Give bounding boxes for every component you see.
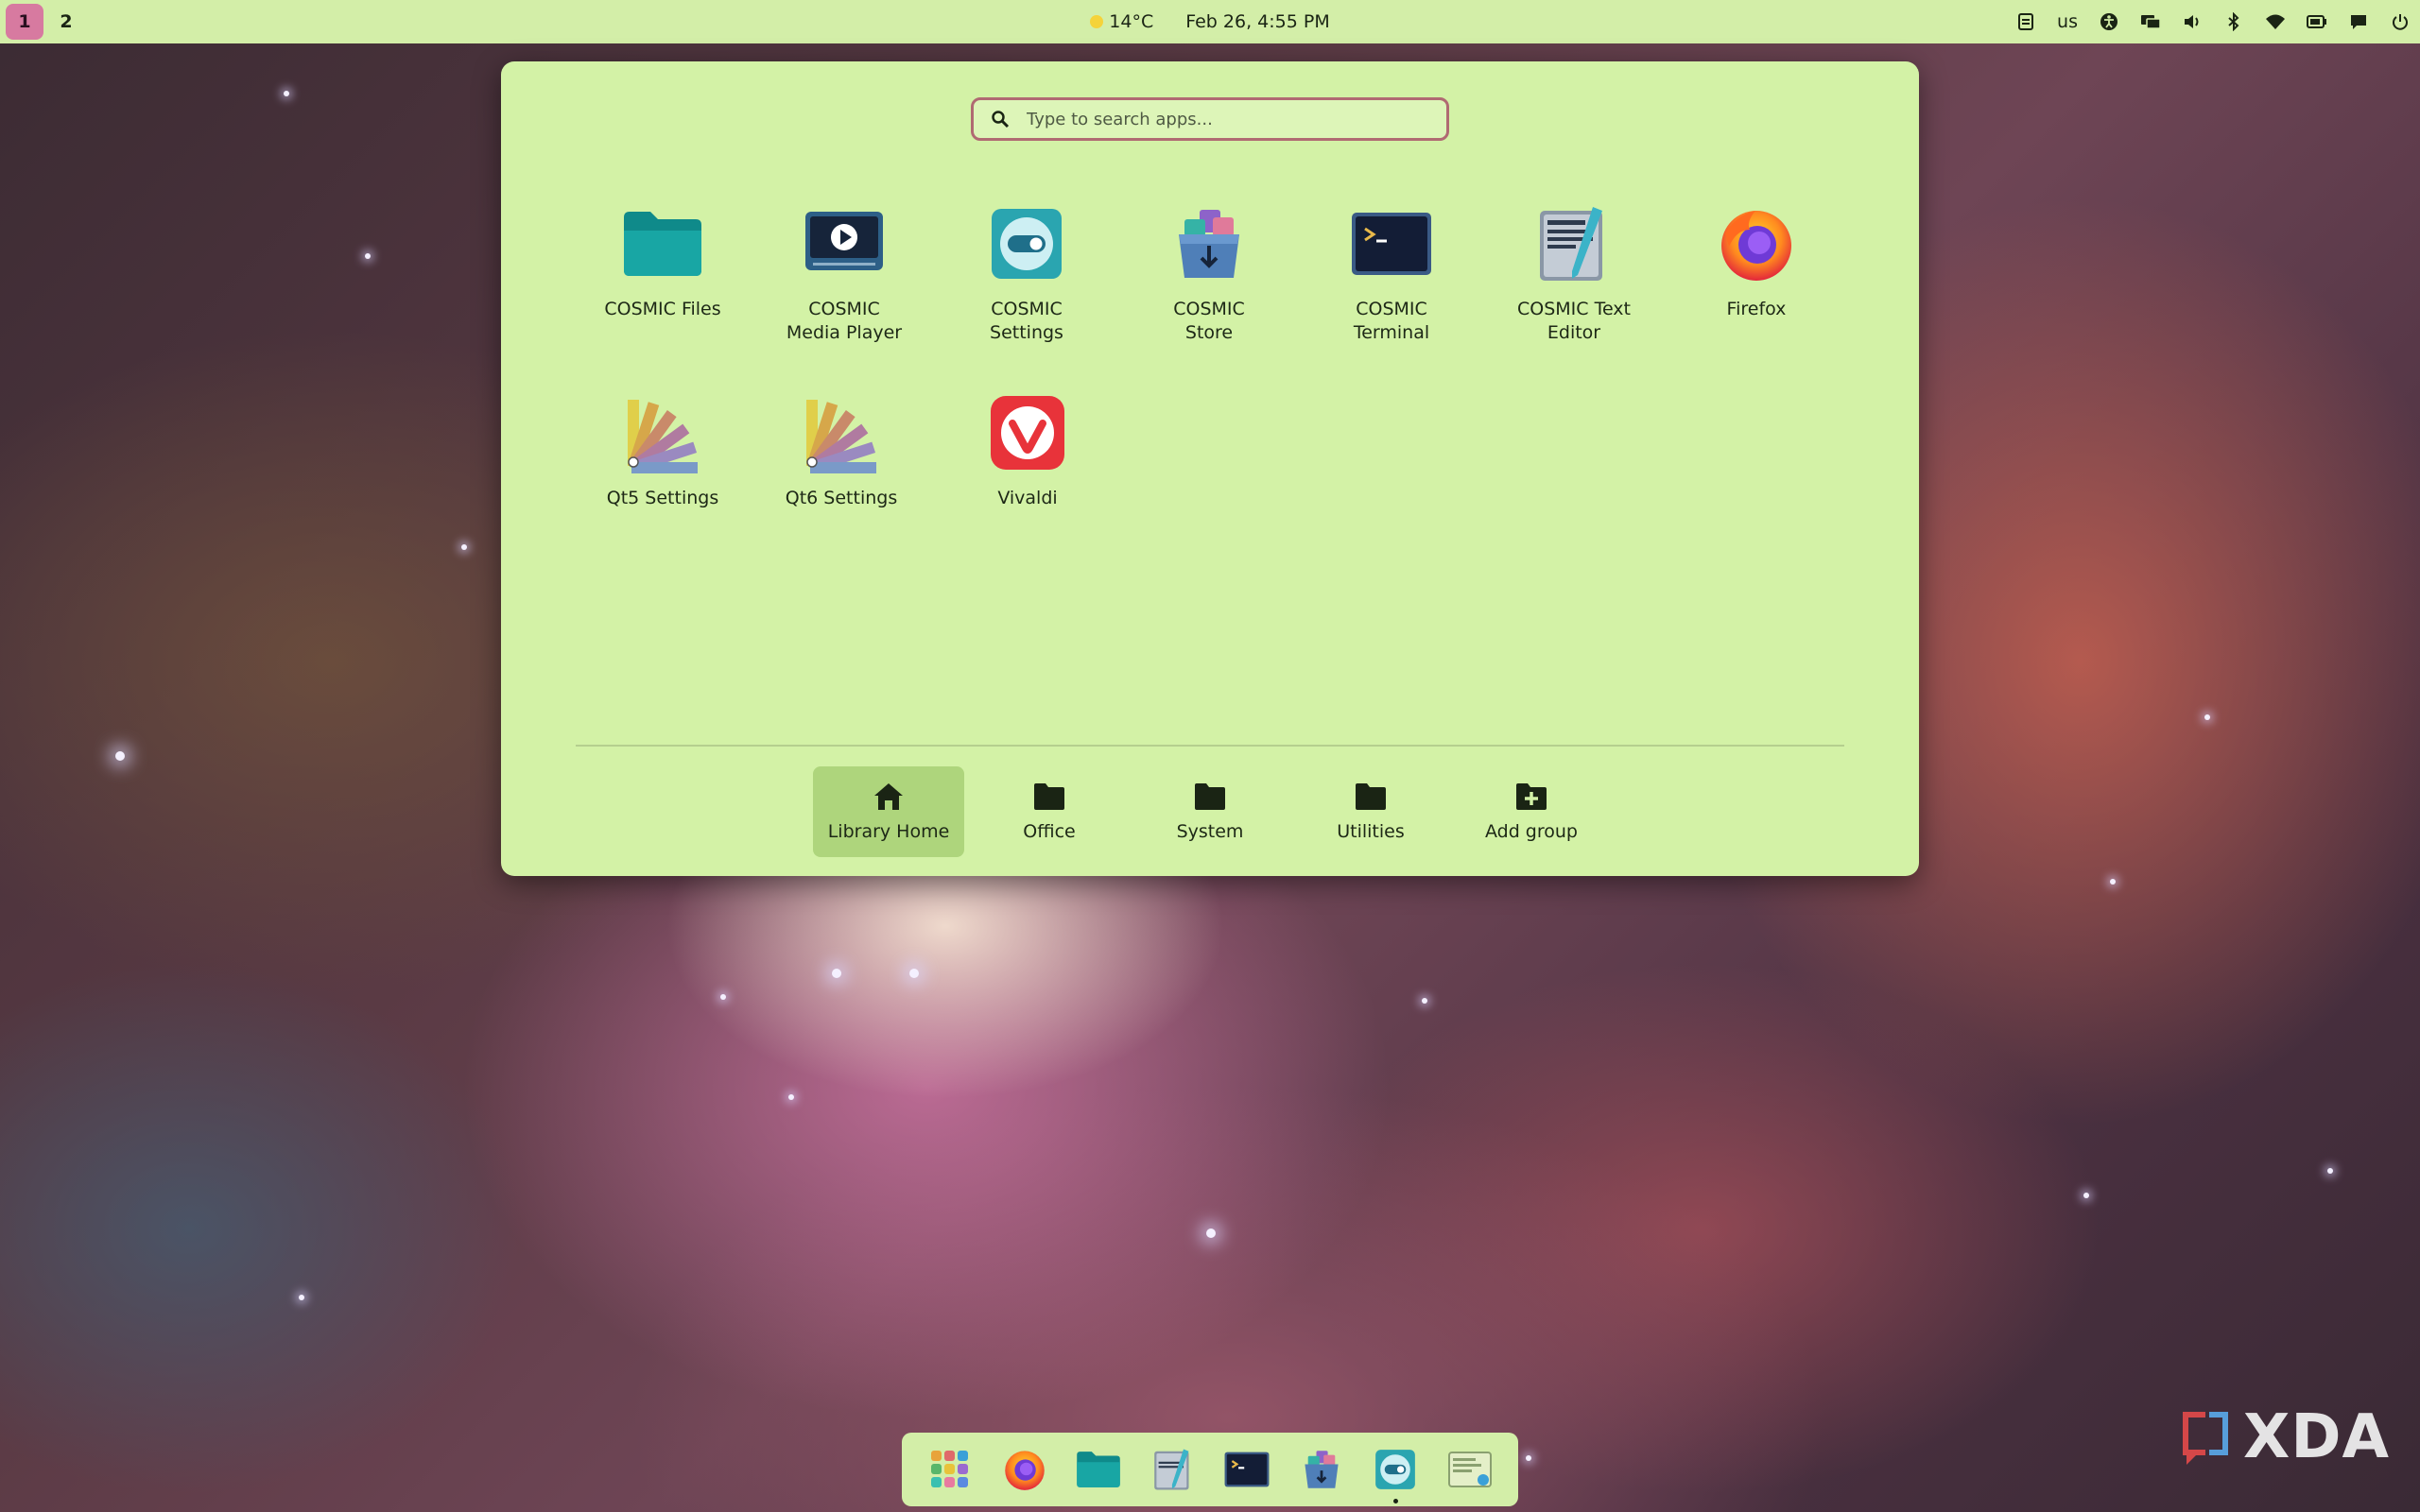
star (2083, 1193, 2089, 1198)
star (365, 253, 371, 259)
folder-icon (622, 203, 703, 284)
app-cosmic-media-player[interactable]: COSMIC Media Player (759, 203, 929, 345)
running-indicator (1393, 1499, 1399, 1503)
group-utilities[interactable]: Utilities (1295, 766, 1446, 857)
app-vivaldi[interactable]: Vivaldi (942, 392, 1113, 510)
color-swatch-icon (622, 392, 703, 473)
app-label: COSMIC Terminal (1353, 299, 1430, 343)
settings-icon[interactable] (1371, 1445, 1420, 1503)
weather-widget[interactable]: 14°C (1090, 11, 1153, 32)
color-swatch-icon (801, 392, 882, 473)
battery-icon[interactable] (2307, 11, 2327, 32)
star (1206, 1228, 1216, 1238)
star (461, 544, 467, 550)
app-label: COSMIC Files (604, 299, 721, 319)
accessibility-icon[interactable] (2099, 11, 2119, 32)
star (788, 1094, 794, 1100)
app-label: COSMIC Text Editor (1516, 299, 1631, 343)
display-icon[interactable] (2140, 11, 2161, 32)
watermark-text: XDA (2243, 1402, 2390, 1472)
power-icon[interactable] (2390, 11, 2411, 32)
star (2110, 879, 2116, 885)
group-label: Utilities (1337, 821, 1405, 842)
text-editor-icon[interactable] (1149, 1445, 1198, 1494)
bluetooth-icon[interactable] (2223, 11, 2244, 32)
clock[interactable]: Feb 26, 4:55 PM (1185, 11, 1330, 32)
dock (902, 1433, 1518, 1506)
media-player-icon (804, 203, 885, 284)
volume-icon[interactable] (2182, 11, 2203, 32)
folder-icon (1356, 783, 1386, 810)
search-icon (992, 111, 1010, 129)
folder-icon (1034, 783, 1064, 810)
star (1526, 1455, 1531, 1461)
star (284, 91, 289, 96)
folder-add-icon (1516, 783, 1547, 810)
store-icon[interactable] (1297, 1445, 1346, 1494)
app-label: COSMIC Settings (990, 299, 1063, 343)
star (2327, 1168, 2333, 1174)
keyboard-layout[interactable]: us (2057, 11, 2078, 32)
group-label: Library Home (827, 821, 950, 842)
star (299, 1295, 304, 1300)
home-icon (874, 783, 903, 810)
star (1422, 998, 1427, 1004)
screenshot-icon[interactable] (1445, 1445, 1495, 1494)
app-label: Vivaldi (997, 488, 1058, 508)
add-group-button[interactable]: Add group (1456, 766, 1607, 857)
temperature: 14°C (1109, 11, 1154, 32)
app-cosmic-text-editor[interactable]: COSMIC Text Editor (1489, 203, 1659, 345)
app-library-icon[interactable] (925, 1445, 975, 1494)
text-editor-icon (1533, 203, 1615, 284)
search-input[interactable] (1027, 109, 1424, 129)
star (2204, 714, 2210, 720)
firefox-icon[interactable] (1000, 1445, 1049, 1494)
group-office[interactable]: Office (974, 766, 1125, 857)
app-cosmic-store[interactable]: COSMIC Store (1124, 203, 1294, 345)
terminal-icon (1351, 203, 1432, 284)
app-label: COSMIC Store (1173, 299, 1245, 343)
star (115, 751, 125, 761)
app-library: COSMIC Files COSMIC Media Player COSMIC … (501, 61, 1919, 876)
terminal-icon[interactable] (1222, 1445, 1271, 1494)
files-icon[interactable] (1074, 1445, 1123, 1494)
folder-icon (1195, 783, 1225, 810)
app-cosmic-settings[interactable]: COSMIC Settings (942, 203, 1112, 345)
notes-icon[interactable] (2015, 11, 2036, 32)
store-box-icon (1168, 203, 1250, 284)
app-label: Qt5 Settings (606, 488, 719, 508)
xda-watermark: XDA (2177, 1402, 2390, 1472)
group-label: Add group (1484, 821, 1578, 842)
group-label: Office (1023, 821, 1076, 842)
wifi-icon[interactable] (2265, 11, 2286, 32)
group-system[interactable]: System (1134, 766, 1286, 857)
app-label: Qt6 Settings (785, 488, 898, 508)
firefox-icon (1716, 203, 1797, 284)
system-tray: us (2015, 0, 2411, 43)
top-panel: 1 2 14°C Feb 26, 4:55 PM us (0, 0, 2420, 43)
app-qt6-settings[interactable]: Qt6 Settings (756, 392, 926, 510)
settings-toggle-icon (986, 203, 1067, 284)
app-qt5-settings[interactable]: Qt5 Settings (578, 392, 748, 510)
vivaldi-icon (987, 392, 1068, 473)
app-cosmic-files[interactable]: COSMIC Files (578, 203, 748, 321)
sun-icon (1090, 15, 1104, 28)
app-cosmic-terminal[interactable]: COSMIC Terminal (1306, 203, 1477, 345)
star (832, 969, 841, 978)
xda-logo-icon (2183, 1412, 2228, 1465)
app-firefox[interactable]: Firefox (1671, 203, 1841, 321)
notifications-icon[interactable] (2348, 11, 2369, 32)
search-box[interactable] (971, 97, 1449, 141)
divider (576, 745, 1844, 747)
group-library-home[interactable]: Library Home (813, 766, 964, 857)
app-label: Firefox (1726, 299, 1787, 319)
star (720, 994, 726, 1000)
group-label: System (1176, 821, 1244, 842)
star (909, 969, 919, 978)
app-label: COSMIC Media Player (786, 299, 903, 343)
